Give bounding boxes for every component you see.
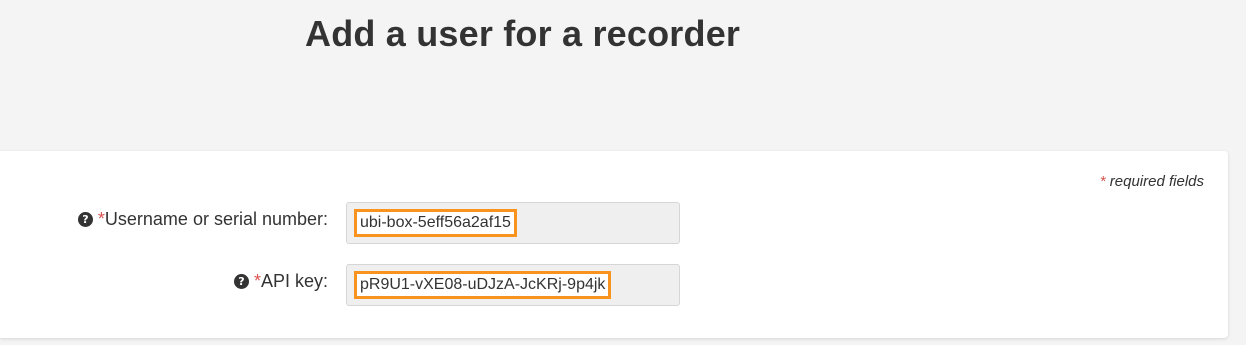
api-key-required-marker: * (253, 271, 261, 291)
question-circle-icon[interactable]: ? (233, 273, 249, 289)
username-required-marker: * (97, 209, 105, 229)
api-key-row: ? * API key: pR9U1-vXE08-uDJzA-JcKRj-9p4… (0, 264, 1228, 308)
api-key-field[interactable]: pR9U1-vXE08-uDJzA-JcKRj-9p4jk (346, 264, 680, 306)
api-key-value[interactable]: pR9U1-vXE08-uDJzA-JcKRj-9p4jk (354, 271, 612, 299)
required-fields-note: * required fields (1100, 173, 1204, 190)
page-title: Add a user for a recorder (305, 13, 741, 54)
form-card: * required fields ? * Username or serial… (0, 151, 1228, 338)
username-value[interactable]: ubi-box-5eff56a2af15 (354, 209, 517, 237)
username-field[interactable]: ubi-box-5eff56a2af15 (346, 202, 680, 244)
api-key-label-text: API key: (260, 271, 328, 291)
question-circle-icon[interactable]: ? (77, 211, 93, 227)
required-fields-text: required fields (1105, 173, 1204, 190)
username-label: ? * Username or serial number: (77, 202, 328, 236)
username-label-text: Username or serial number: (104, 209, 328, 229)
username-row: ? * Username or serial number: ubi-box-5… (0, 202, 1228, 246)
api-key-label: ? * API key: (233, 264, 328, 298)
